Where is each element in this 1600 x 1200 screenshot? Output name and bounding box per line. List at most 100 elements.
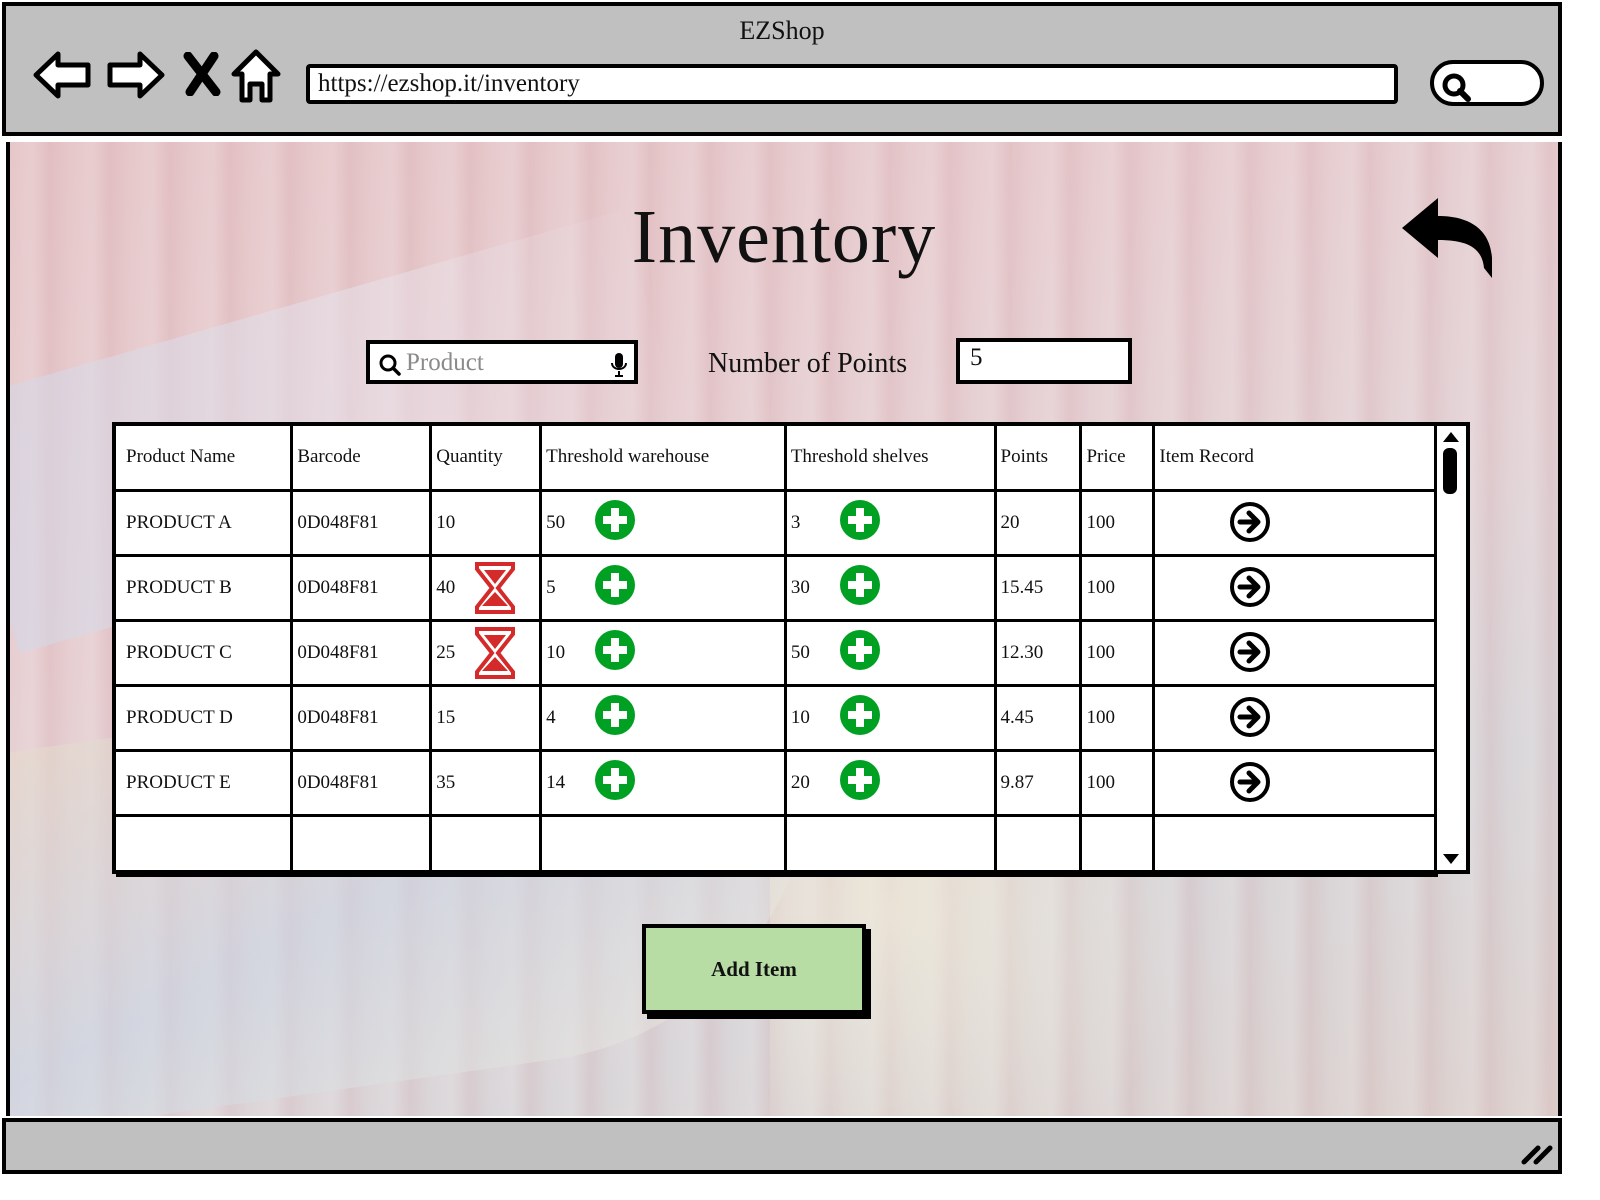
quantity-cell: 35 bbox=[429, 748, 543, 817]
empty-cell bbox=[1152, 813, 1438, 877]
add-plus-icon[interactable] bbox=[839, 564, 881, 606]
table-scrollbar[interactable] bbox=[1434, 426, 1466, 870]
empty-cell bbox=[290, 813, 433, 877]
barcode-cell: 0D048F81 bbox=[290, 683, 433, 752]
url-bar[interactable]: https://ezshop.it/inventory bbox=[306, 64, 1398, 104]
back-arrow-icon[interactable] bbox=[32, 48, 94, 102]
product-name-cell: PRODUCT D bbox=[116, 683, 294, 752]
points-value: 12.30 bbox=[1000, 641, 1044, 663]
add-plus-icon[interactable] bbox=[839, 759, 881, 801]
item-record-arrow-icon[interactable] bbox=[1229, 696, 1271, 738]
price-value: 100 bbox=[1086, 576, 1115, 598]
scroll-up-arrow-icon[interactable] bbox=[1441, 430, 1461, 444]
quantity: 10 bbox=[436, 511, 456, 533]
microphone-icon[interactable] bbox=[610, 352, 628, 378]
item-record-arrow-icon[interactable] bbox=[1229, 761, 1271, 803]
product-name-cell: PRODUCT E bbox=[116, 748, 294, 817]
price-value: 100 bbox=[1086, 641, 1115, 663]
points-value: 4.45 bbox=[1000, 706, 1034, 728]
resize-grip-icon[interactable] bbox=[1520, 1138, 1554, 1166]
points-value: 15.45 bbox=[1000, 576, 1044, 598]
threshold-shelves: 50 bbox=[790, 641, 810, 663]
barcode-cell: 0D048F81 bbox=[290, 618, 433, 687]
column-header[interactable]: Price bbox=[1079, 426, 1156, 492]
table-row[interactable]: PRODUCT B 0D048F81 40 5 30 15.45 100 bbox=[116, 553, 1438, 622]
points-input[interactable] bbox=[956, 338, 1132, 384]
threshold-shelves-cell: 10 bbox=[783, 683, 997, 752]
empty-cell bbox=[116, 813, 294, 877]
product-name-cell: PRODUCT C bbox=[116, 618, 294, 687]
table-row[interactable]: PRODUCT A 0D048F81 10 50 3 20 100 bbox=[116, 488, 1438, 557]
barcode: 0D048F81 bbox=[297, 641, 379, 663]
barcode: 0D048F81 bbox=[297, 771, 379, 793]
threshold-warehouse-cell: 14 bbox=[539, 748, 787, 817]
barcode: 0D048F81 bbox=[297, 576, 379, 598]
add-item-button[interactable]: Add Item bbox=[642, 924, 866, 1014]
scroll-down-arrow-icon[interactable] bbox=[1441, 852, 1461, 866]
quantity: 25 bbox=[436, 641, 456, 663]
scroll-thumb[interactable] bbox=[1443, 448, 1457, 494]
empty-cell bbox=[429, 813, 543, 877]
threshold-warehouse: 10 bbox=[546, 641, 566, 663]
add-plus-icon[interactable] bbox=[839, 629, 881, 671]
threshold-warehouse-cell: 50 bbox=[539, 488, 787, 557]
quantity-cell: 40 bbox=[429, 553, 543, 622]
column-header[interactable]: Points bbox=[993, 426, 1083, 492]
page-content: Inventory Number of Points Product Name bbox=[6, 142, 1562, 1116]
hourglass-icon bbox=[475, 561, 516, 614]
threshold-warehouse-cell: 5 bbox=[539, 553, 787, 622]
column-header[interactable]: Product Name bbox=[116, 426, 294, 492]
close-x-icon[interactable] bbox=[182, 52, 222, 96]
forward-arrow-icon[interactable] bbox=[104, 48, 166, 102]
price-cell: 100 bbox=[1079, 553, 1156, 622]
column-header[interactable]: Threshold warehouse bbox=[539, 426, 787, 492]
product-name: PRODUCT E bbox=[126, 771, 231, 793]
product-search-input[interactable] bbox=[406, 346, 596, 380]
add-plus-icon[interactable] bbox=[839, 694, 881, 736]
empty-cell bbox=[783, 813, 997, 877]
threshold-shelves-cell: 30 bbox=[783, 553, 997, 622]
item-record-arrow-icon[interactable] bbox=[1229, 631, 1271, 673]
table-row[interactable]: PRODUCT D 0D048F81 15 4 10 4.45 100 bbox=[116, 683, 1438, 752]
product-search[interactable] bbox=[366, 340, 638, 384]
item-record-arrow-icon[interactable] bbox=[1229, 566, 1271, 608]
threshold-warehouse-cell: 4 bbox=[539, 683, 787, 752]
add-plus-icon[interactable] bbox=[594, 564, 636, 606]
add-plus-icon[interactable] bbox=[594, 629, 636, 671]
barcode-cell: 0D048F81 bbox=[290, 488, 433, 557]
product-name: PRODUCT B bbox=[126, 576, 232, 598]
add-plus-icon[interactable] bbox=[594, 759, 636, 801]
column-header[interactable]: Threshold shelves bbox=[783, 426, 997, 492]
add-plus-icon[interactable] bbox=[594, 694, 636, 736]
add-plus-icon[interactable] bbox=[594, 499, 636, 541]
table-row[interactable]: PRODUCT E 0D048F81 35 14 20 9.87 100 bbox=[116, 748, 1438, 817]
item-record-cell bbox=[1152, 748, 1438, 817]
quantity: 35 bbox=[436, 771, 456, 793]
price-value: 100 bbox=[1086, 771, 1115, 793]
quantity: 40 bbox=[436, 576, 456, 598]
points-cell: 15.45 bbox=[993, 553, 1083, 622]
barcode-cell: 0D048F81 bbox=[290, 748, 433, 817]
points-value: 9.87 bbox=[1000, 771, 1034, 793]
quantity-cell: 10 bbox=[429, 488, 543, 557]
inventory-table: Product Name Barcode Quantity Threshold … bbox=[112, 422, 1470, 877]
threshold-shelves-cell: 3 bbox=[783, 488, 997, 557]
item-record-cell bbox=[1152, 683, 1438, 752]
column-header[interactable]: Item Record bbox=[1152, 426, 1438, 492]
quantity-cell: 15 bbox=[429, 683, 543, 752]
points-value: 20 bbox=[1000, 511, 1020, 533]
product-name: PRODUCT A bbox=[126, 511, 232, 533]
search-icon bbox=[379, 354, 401, 376]
browser-search[interactable] bbox=[1430, 60, 1544, 106]
column-header[interactable]: Quantity bbox=[429, 426, 543, 492]
threshold-shelves: 30 bbox=[790, 576, 810, 598]
add-plus-icon[interactable] bbox=[839, 499, 881, 541]
product-name: PRODUCT D bbox=[126, 706, 233, 728]
product-name: PRODUCT C bbox=[126, 641, 232, 663]
price-cell: 100 bbox=[1079, 488, 1156, 557]
item-record-arrow-icon[interactable] bbox=[1229, 501, 1271, 543]
table-row[interactable]: PRODUCT C 0D048F81 25 10 50 12.30 100 bbox=[116, 618, 1438, 687]
home-icon[interactable] bbox=[230, 46, 282, 104]
column-header[interactable]: Barcode bbox=[290, 426, 433, 492]
undo-back-icon[interactable] bbox=[1398, 192, 1498, 284]
